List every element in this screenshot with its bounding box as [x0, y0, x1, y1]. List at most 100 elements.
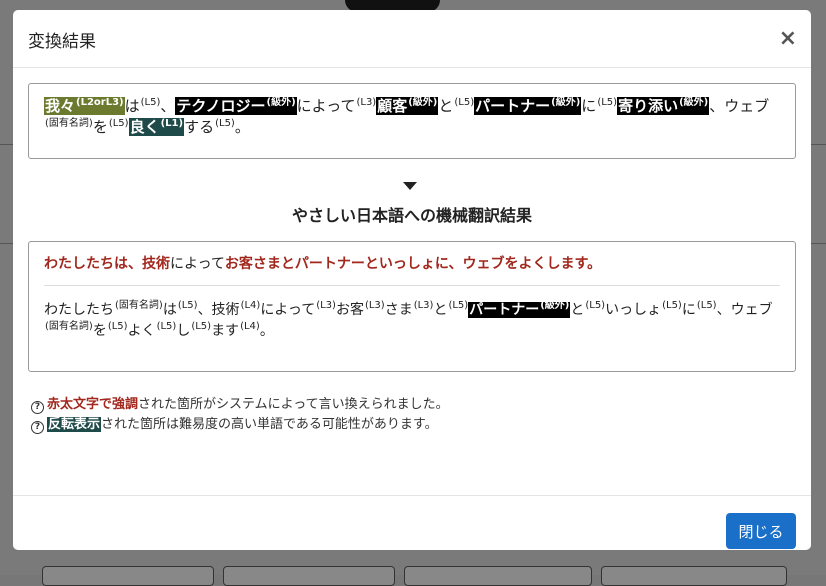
token-word: 、ウェブ: [716, 302, 773, 318]
token: 、: [160, 97, 175, 115]
token-level: (固有名詞): [115, 300, 163, 311]
token-word: パートナー: [469, 302, 540, 318]
background-button: [404, 566, 592, 586]
token-level: (L4): [240, 321, 260, 332]
token: さま(L3): [385, 300, 434, 319]
help-line-difficult: ? 反転表示された箇所は難易度の高い単語である可能性があります。: [31, 413, 438, 434]
token-level: (L5): [585, 300, 606, 311]
background-divider: [811, 144, 826, 145]
conversion-result-modal: 変換結果 × 我々(L2orL3)は(L5)、テクノロジー(級外)によって(L3…: [13, 10, 811, 550]
token-word: 顧客: [377, 97, 408, 115]
help-red-mark: 赤太文字で強調: [47, 397, 139, 412]
token: によって(L3): [297, 97, 377, 115]
token: を(L5): [93, 118, 129, 136]
background-divider: [0, 144, 13, 145]
background-button: [601, 566, 787, 586]
token-word: を: [92, 118, 108, 136]
token-level: (L5): [662, 300, 682, 311]
question-icon: ?: [31, 421, 44, 434]
token: に(L5): [581, 97, 617, 115]
token-word: と: [433, 302, 448, 318]
original-text-box: 我々(L2orL3)は(L5)、テクノロジー(級外)によって(L3)顧客(級外)…: [28, 83, 796, 159]
result-heading: やさしい日本語への機械翻訳結果: [291, 206, 532, 225]
token-level: (L5): [454, 97, 475, 108]
original-token-list: 我々(L2orL3)は(L5)、テクノロジー(級外)によって(L3)顧客(級外)…: [44, 96, 780, 138]
easy-sentence: わたしたちは、技術によってお客さまとパートナーといっしょに、ウェブをよくします。: [44, 254, 780, 286]
token-word: 、: [160, 97, 176, 115]
token: に(L5): [682, 300, 717, 319]
token-level: (級外): [679, 97, 709, 108]
sentence-segment: によって: [170, 256, 225, 272]
token-level: (L5): [156, 321, 177, 332]
token-level: (L5): [215, 118, 235, 129]
token-word: わたしたち: [44, 302, 114, 318]
token-word: と: [438, 97, 454, 115]
token: 顧客(級外): [376, 97, 439, 115]
token-level: (L5): [107, 321, 128, 332]
token: 良く(L1): [128, 118, 185, 136]
token-word: は: [162, 302, 177, 318]
token: と(L5): [570, 300, 606, 319]
token: によって(L3): [260, 300, 336, 319]
token-level: (L4): [240, 300, 261, 311]
token-level: (L3): [364, 300, 385, 311]
token-word: に: [581, 97, 597, 115]
token-word: 。: [259, 323, 274, 339]
token: を(L5): [92, 321, 128, 340]
easy-japanese-box: わたしたちは、技術によってお客さまとパートナーといっしょに、ウェブをよくします。…: [28, 241, 796, 372]
token-level: (L1): [160, 118, 184, 129]
background-button: [42, 566, 214, 586]
token-word: は: [124, 97, 140, 115]
token: 寄り添い(級外): [617, 97, 710, 115]
help-text: された箇所は難易度の高い単語である可能性があります。: [101, 417, 438, 432]
token: 。: [235, 118, 250, 136]
token: する(L5): [184, 118, 235, 136]
token-word: いっしょ: [605, 302, 662, 318]
token: パートナー(級外): [468, 300, 571, 318]
help-text: された箇所がシステムによって言い換えられました。: [138, 397, 449, 412]
token: わたしたち(固有名詞): [44, 300, 163, 319]
token-level: (L5): [448, 300, 469, 311]
token-level: (L3): [413, 300, 434, 311]
token: し(L5): [176, 321, 212, 340]
token: は(L5): [162, 301, 198, 319]
token-level: (L5): [140, 97, 161, 108]
token-level: (級外): [408, 97, 438, 108]
rephrased-segment: わたしたちは、技術: [44, 256, 170, 272]
help-inverse-mark: 反転表示: [47, 417, 102, 432]
token-word: と: [570, 302, 585, 318]
token-word: 寄り添い: [618, 97, 679, 115]
token-level: (L5): [191, 321, 212, 332]
token: いっしょ(L5): [605, 300, 682, 319]
token: ます(L4): [211, 321, 260, 340]
token: 。: [260, 323, 274, 339]
token-word: によって: [296, 97, 356, 115]
token-word: し: [176, 323, 191, 339]
background-divider: [811, 243, 826, 244]
token-level: (固有名詞): [45, 321, 93, 332]
token: は(L5): [125, 97, 161, 115]
token: パートナー(級外): [474, 97, 582, 115]
token-word: テクノロジー: [176, 97, 266, 115]
token-word: 良く: [129, 118, 160, 136]
token: テクノロジー(級外): [175, 97, 297, 115]
token: と(L5): [433, 300, 469, 319]
close-icon[interactable]: ×: [779, 28, 797, 50]
modal-header: 変換結果 ×: [13, 10, 811, 68]
rephrased-segment: お客さまとパートナーといっしょに、ウェブをよくします。: [224, 256, 602, 272]
token-level: (L5): [696, 300, 717, 311]
token: 、技術(L4): [197, 300, 261, 319]
token-level: (級外): [551, 97, 581, 108]
token-word: を: [92, 323, 107, 339]
token-level: (級外): [540, 300, 570, 311]
token-word: お客: [335, 302, 364, 318]
token-level: (固有名詞): [45, 118, 93, 129]
token-word: よく: [127, 323, 156, 339]
token: お客(L3): [335, 300, 385, 319]
token-level: (L3): [356, 97, 377, 108]
token-word: 、技術: [197, 302, 240, 318]
modal-footer: 閉じる: [13, 495, 811, 550]
token-level: (L3): [316, 300, 336, 311]
close-button[interactable]: 閉じる: [726, 513, 796, 549]
arrow-down-icon: [403, 182, 417, 190]
